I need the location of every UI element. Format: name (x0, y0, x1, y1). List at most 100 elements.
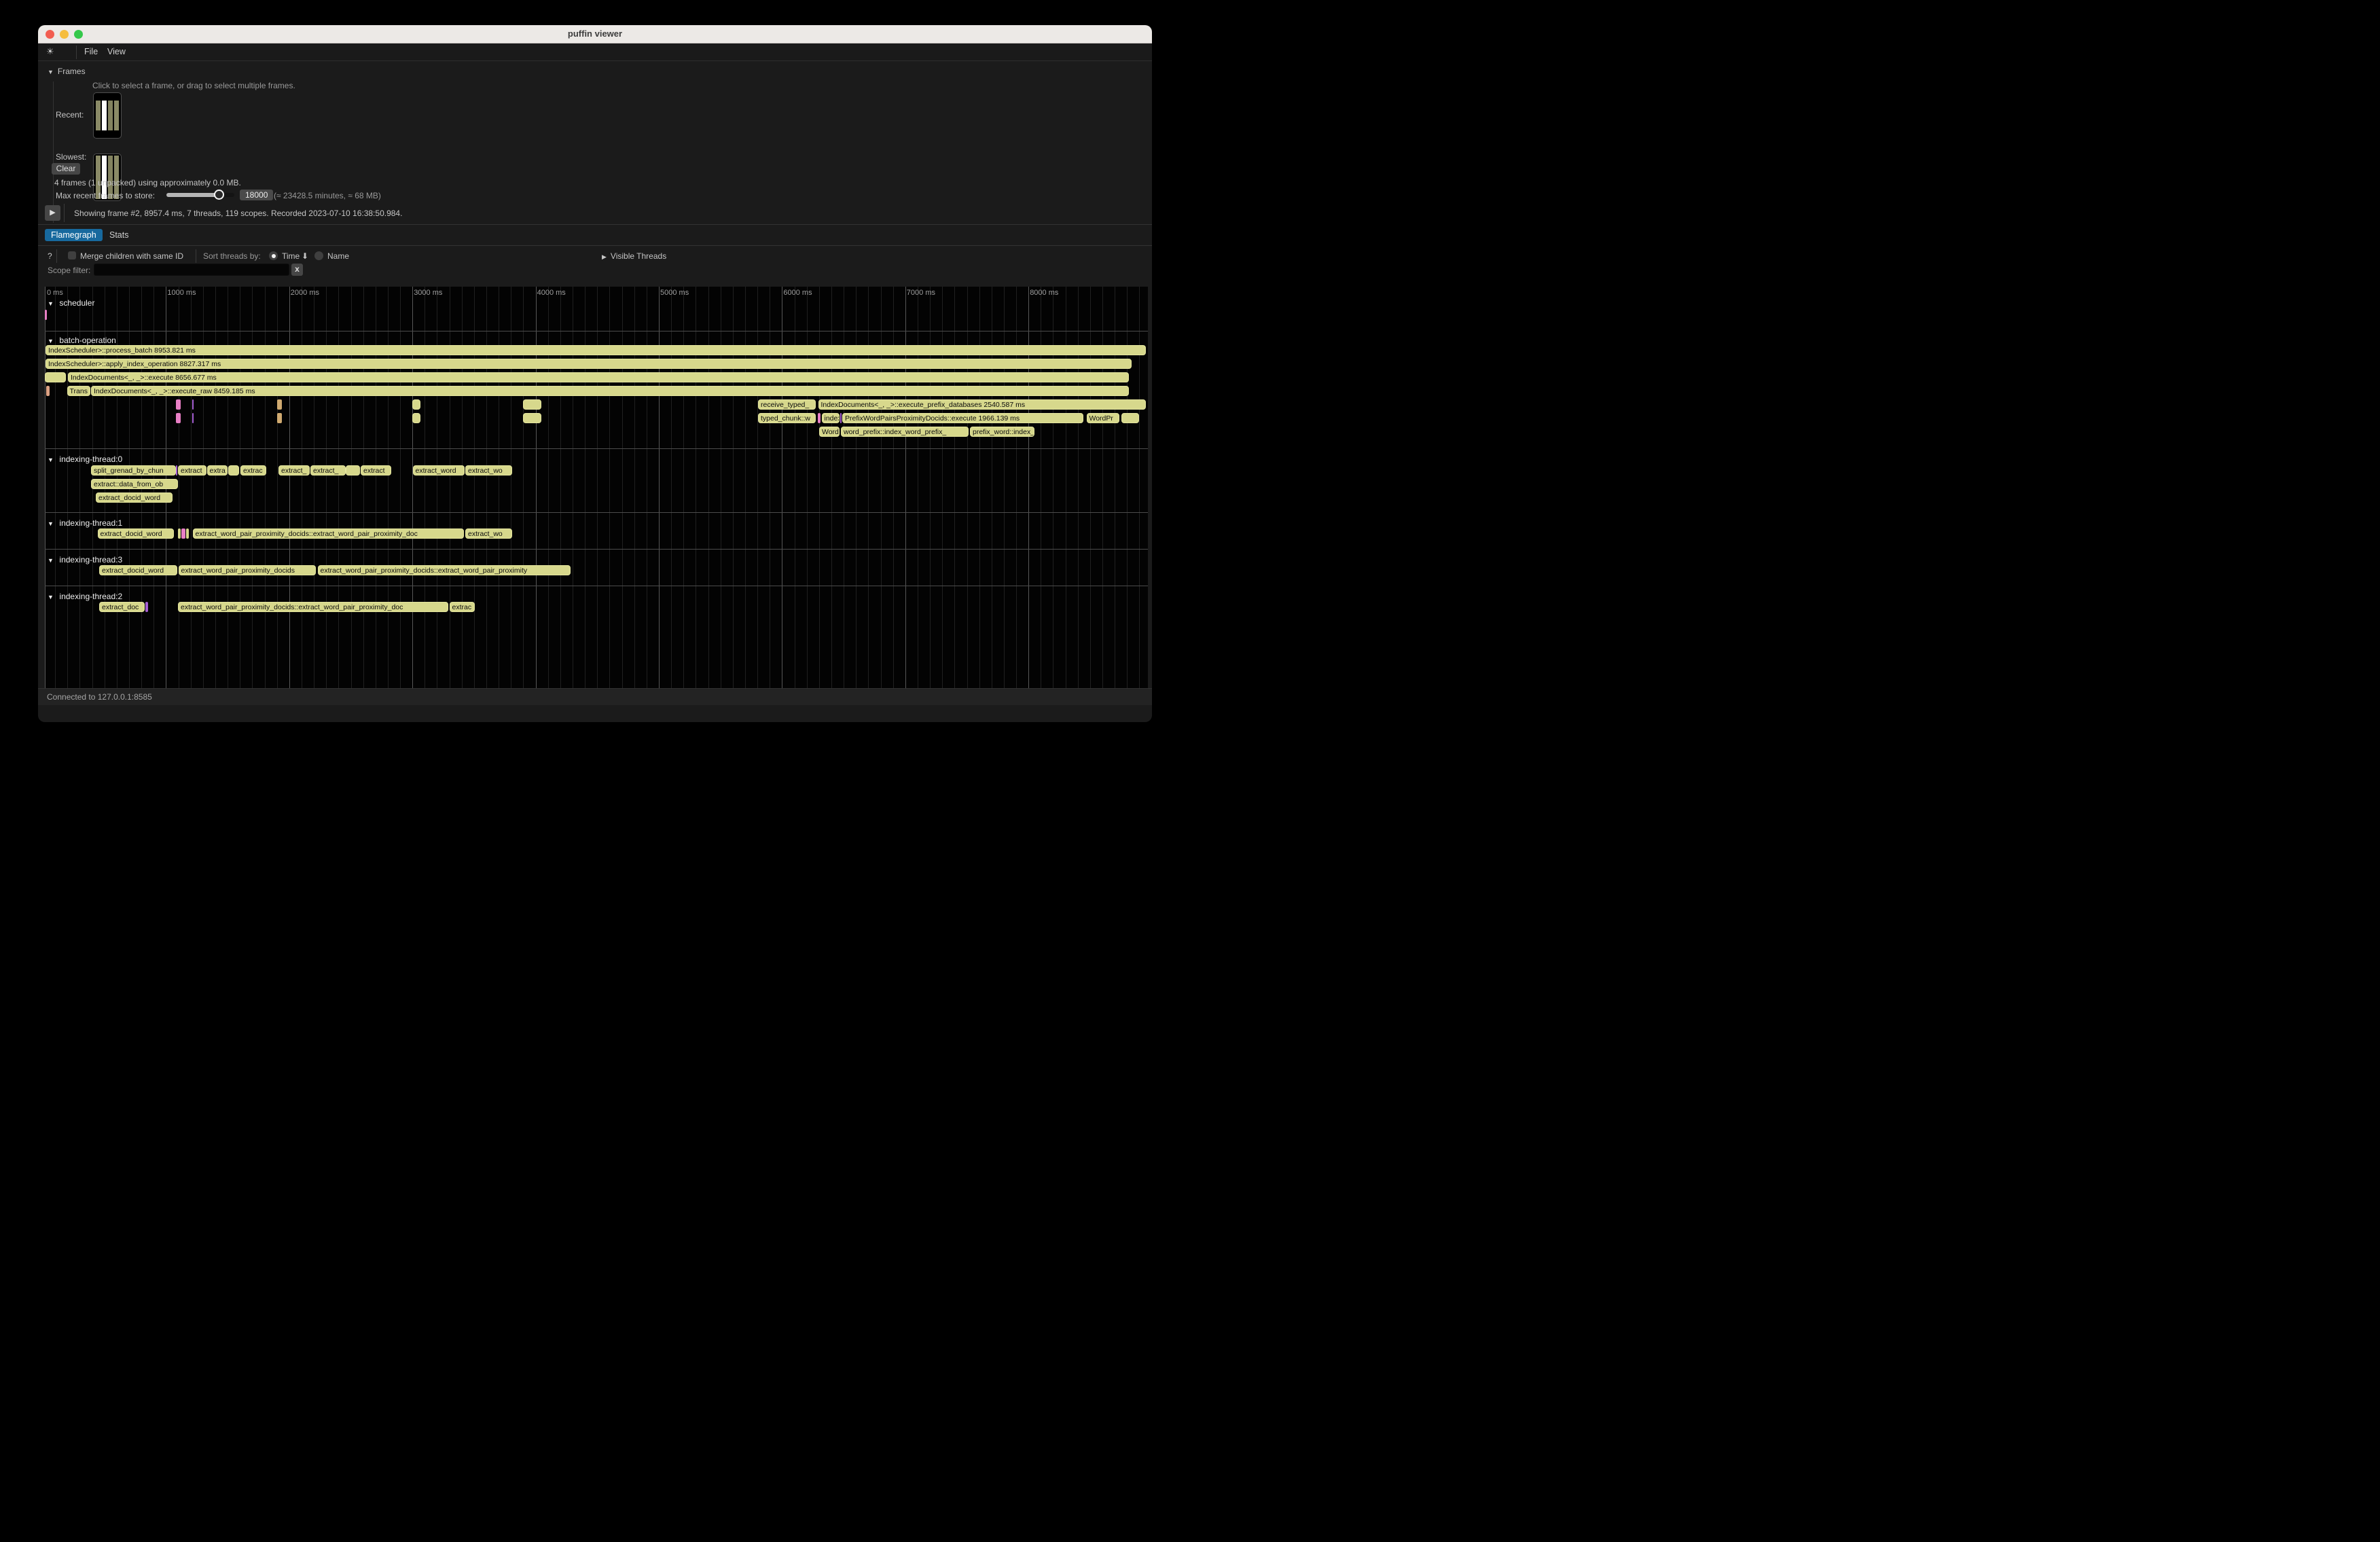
max-frames-slider[interactable] (166, 190, 234, 200)
tab-flamegraph[interactable]: Flamegraph (45, 229, 103, 241)
scope-bar[interactable]: extrac (240, 465, 266, 476)
theme-toggle-icon[interactable]: ☀ (46, 46, 54, 57)
scope-bar[interactable]: extract_wo (465, 465, 512, 476)
visible-threads-toggle[interactable]: ▶Visible Threads (602, 251, 666, 261)
scope-bar[interactable]: extract_ (278, 465, 310, 476)
thread-header-batch-operation[interactable]: ▼ batch-operation (48, 336, 116, 345)
scope-bar[interactable]: extract (178, 465, 206, 476)
scope-bar[interactable]: receive_typed_ (758, 399, 816, 410)
scope-bar[interactable] (346, 465, 360, 476)
scope-bar[interactable] (818, 413, 821, 423)
scope-bar[interactable]: extract_ (310, 465, 346, 476)
scope-bar[interactable] (46, 386, 50, 396)
thread-header-indexing-thread:0[interactable]: ▼ indexing-thread:0 (48, 454, 122, 464)
scope-bar[interactable]: extract_word_pair_proximity_docids::extr… (178, 602, 448, 612)
scope-bar[interactable]: extract_doc (99, 602, 145, 612)
scope-bar[interactable] (412, 413, 420, 423)
scope-bar[interactable]: PrefixWordPairsProximityDocids::execute … (842, 413, 1083, 423)
sort-time-label[interactable]: Time (282, 251, 300, 261)
scope-bar[interactable]: IndexDocuments<_, _>::execute 8656.677 m… (68, 372, 1129, 382)
scope-bar[interactable]: extract_docid_word (98, 528, 175, 539)
scope-bar[interactable]: IndexScheduler>::process_batch 8953.821 … (46, 345, 1146, 355)
scope-bar[interactable]: IndexScheduler>::apply_index_operation 8… (46, 359, 1132, 369)
scope-bar[interactable]: IndexDocuments<_, _>::execute_raw 8459.1… (91, 386, 1129, 396)
title-bar[interactable]: puffin viewer (38, 25, 1152, 43)
frame-bar[interactable] (108, 101, 113, 131)
scope-bar[interactable]: index (822, 413, 840, 423)
slowest-label: Slowest: (56, 152, 86, 162)
scope-bar[interactable]: extract_docid_word (96, 492, 173, 503)
frame-bar[interactable] (96, 101, 101, 131)
scope-bar[interactable] (145, 602, 148, 612)
scope-bar[interactable]: extract_wo (465, 528, 512, 539)
scope-bar[interactable]: extract_word_pair_proximity_docids::extr… (318, 565, 571, 575)
frames-section-header[interactable]: ▼Frames (48, 67, 86, 76)
menu-file[interactable]: File (84, 47, 98, 56)
slider-knob[interactable] (214, 190, 224, 200)
scope-bar[interactable] (277, 413, 282, 423)
scope-bar[interactable] (181, 528, 185, 539)
scope-bar[interactable] (523, 399, 541, 410)
thread-header-indexing-thread:2[interactable]: ▼ indexing-thread:2 (48, 592, 122, 601)
scope-bar[interactable]: extract_word_pair_proximity_docids::extr… (193, 528, 465, 539)
scope-bar[interactable]: WordPr (1087, 413, 1119, 423)
merge-children-label[interactable]: Merge children with same ID (80, 251, 183, 261)
maximize-window-button[interactable] (74, 30, 83, 39)
thread-header-scheduler[interactable]: ▼ scheduler (48, 298, 94, 308)
thread-separator (45, 448, 1148, 449)
tab-stats[interactable]: Stats (103, 229, 135, 241)
scope-bar[interactable]: Word (819, 427, 840, 437)
scope-bar[interactable]: word_prefix::index_word_prefix_ (841, 427, 969, 437)
menu-view[interactable]: View (107, 47, 126, 56)
play-button[interactable]: ▶ (45, 205, 60, 221)
sort-name-label[interactable]: Name (327, 251, 349, 261)
scope-bar[interactable] (412, 399, 420, 410)
scope-bar[interactable] (178, 528, 181, 539)
scope-bar[interactable] (176, 465, 178, 476)
thread-header-indexing-thread:3[interactable]: ▼ indexing-thread:3 (48, 555, 122, 564)
scope-bar[interactable] (186, 528, 190, 539)
scope-bar[interactable]: prefix_word::index_prefix_wo (970, 427, 1034, 437)
frame-bar[interactable] (114, 101, 119, 131)
thread-header-indexing-thread:1[interactable]: ▼ indexing-thread:1 (48, 518, 122, 528)
clear-filter-button[interactable]: x (291, 264, 303, 276)
scope-bar[interactable]: extract_word (413, 465, 465, 476)
clear-button[interactable]: Clear (52, 163, 80, 175)
recent-label: Recent: (56, 110, 84, 120)
recent-frames-thumbnail[interactable] (93, 92, 122, 139)
scope-bar[interactable]: extract (361, 465, 391, 476)
scope-bar[interactable]: Trans (67, 386, 90, 396)
scope-bar[interactable]: extract_word_pair_proximity_docids (179, 565, 317, 575)
scope-filter-input[interactable] (94, 264, 289, 276)
scope-bar[interactable] (45, 310, 47, 320)
scope-bar[interactable] (176, 399, 181, 410)
sort-name-radio[interactable] (314, 251, 323, 260)
scope-bar[interactable]: IndexDocuments<_, _>::execute_prefix_dat… (818, 399, 1146, 410)
scope-bar[interactable] (45, 372, 66, 382)
max-frames-value[interactable]: 18000 (240, 190, 273, 200)
scope-bar[interactable] (176, 413, 181, 423)
scope-bar[interactable] (192, 399, 194, 410)
frame-bar[interactable] (102, 101, 107, 131)
scope-bar[interactable] (277, 399, 282, 410)
scope-bar[interactable]: extract::data_from_ob (91, 479, 178, 489)
sort-direction-icon[interactable]: ⬇ (302, 251, 308, 261)
close-window-button[interactable] (46, 30, 54, 39)
merge-children-checkbox[interactable] (68, 251, 76, 259)
scope-bar[interactable] (192, 413, 194, 423)
scope-bar[interactable] (1121, 413, 1139, 423)
scope-bar[interactable] (840, 413, 842, 423)
scope-bar[interactable]: split_grenad_by_chun (91, 465, 176, 476)
sort-time-radio[interactable] (269, 251, 278, 260)
scope-bar[interactable]: extrac (450, 602, 475, 612)
scope-bar[interactable]: extract_docid_word (99, 565, 177, 575)
help-button[interactable]: ? (48, 251, 52, 261)
flamegraph-canvas[interactable]: 0 ms0 ms1000 ms1000 ms2000 ms2000 ms3000… (45, 287, 1148, 701)
scope-bar[interactable] (228, 465, 239, 476)
collapse-triangle-icon: ▼ (48, 594, 55, 600)
minimize-window-button[interactable] (60, 30, 69, 39)
scope-bar[interactable]: typed_chunk::w (758, 413, 816, 423)
scope-bar[interactable]: extra (207, 465, 228, 476)
main-content: ▼Frames Click to select a frame, or drag… (38, 61, 1152, 705)
scope-bar[interactable] (523, 413, 541, 423)
